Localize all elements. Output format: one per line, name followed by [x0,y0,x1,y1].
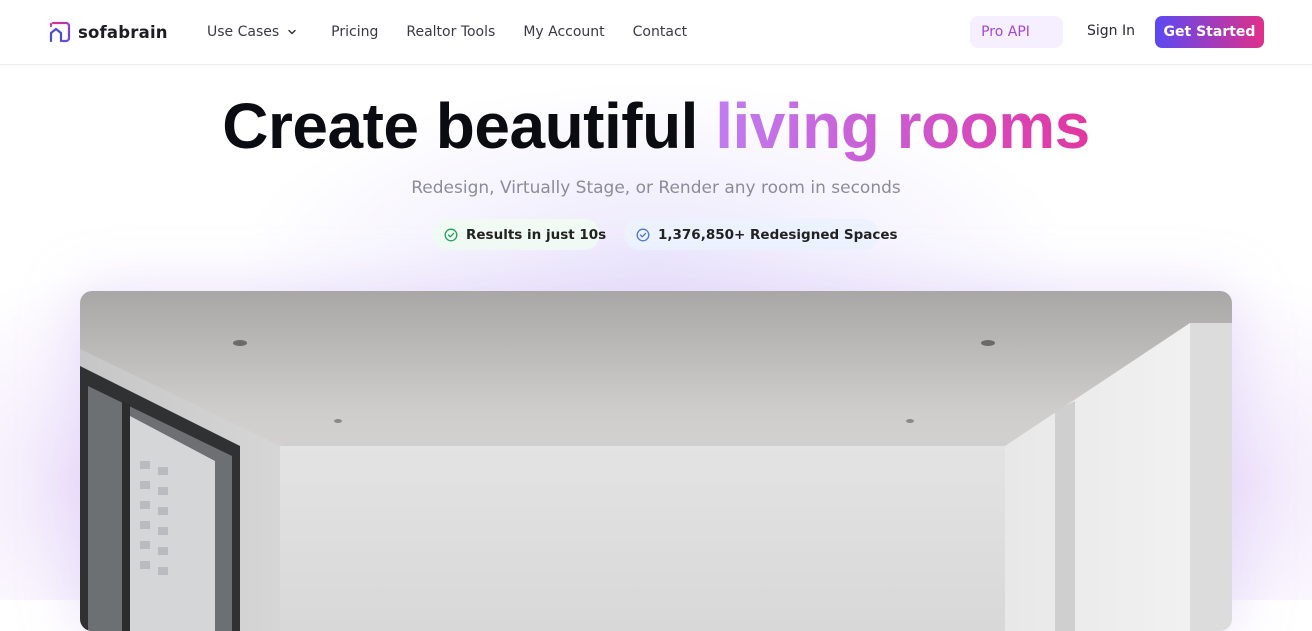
nav-use-cases-label: Use Cases [207,24,280,40]
redesigned-count-label: 1,376,850+ Redesigned Spaces [658,226,898,243]
sign-in-link[interactable]: Sign In [1087,23,1135,39]
nav-pricing[interactable]: Pricing [331,22,378,42]
get-started-button[interactable]: Get Started [1155,16,1264,48]
hero-title-highlight: living rooms [715,90,1090,162]
nav-my-account-label: My Account [523,24,605,40]
results-badge-label: Results in just 10s [466,226,607,243]
check-circle-icon [444,228,458,241]
main-nav: Use Cases Pricing Realtor Tools My Accou… [207,22,687,42]
nav-pricing-label: Pricing [331,24,379,40]
nav-contact-label: Contact [632,24,688,40]
pro-api-button[interactable]: Pro API [970,16,1063,48]
nav-realtor-tools[interactable]: Realtor Tools [406,22,495,42]
room-preview-image [80,291,1232,631]
hero-title-plain: Create beautiful [222,90,698,162]
nav-my-account[interactable]: My Account [523,22,604,42]
brand-logo[interactable]: sofabrain [48,20,168,44]
top-navbar: sofabrain Use Cases Pricing Realtor Tool… [0,0,1312,65]
nav-realtor-tools-label: Realtor Tools [406,24,496,40]
nav-use-cases[interactable]: Use Cases [207,22,297,42]
results-badge: Results in just 10s [432,219,606,250]
redesigned-count-badge: 1,376,850+ Redesigned Spaces [624,219,898,250]
chevron-down-icon [288,29,296,35]
hero-subtitle: Redesign, Virtually Stage, or Render any… [411,178,901,198]
empty-living-room-photo [80,291,1232,631]
nav-contact[interactable]: Contact [633,22,687,42]
brand-name: sofabrain [78,22,168,42]
house-logo-icon [49,21,71,43]
hero-title: Create beautiful living rooms [0,86,1312,166]
check-circle-icon [636,228,650,241]
